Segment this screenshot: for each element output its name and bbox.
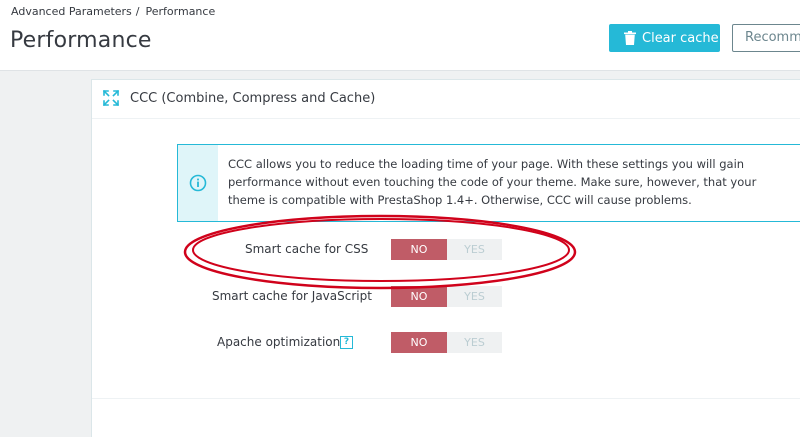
panel-footer-divider — [92, 398, 800, 399]
info-alert: CCC allows you to reduce the loading tim… — [177, 144, 800, 222]
breadcrumb-separator: / — [135, 5, 140, 18]
breadcrumb: Advanced Parameters / Performance — [11, 5, 215, 18]
panel-title: CCC (Combine, Compress and Cache) — [130, 91, 376, 106]
breadcrumb-parent[interactable]: Advanced Parameters — [11, 5, 132, 18]
breadcrumb-current[interactable]: Performance — [146, 5, 216, 18]
alert-icon-box — [178, 145, 218, 221]
smart-cache-js-yes[interactable]: YES — [447, 286, 502, 307]
panel-heading: CCC (Combine, Compress and Cache) — [92, 80, 800, 119]
page-title: Performance — [10, 28, 152, 53]
recommended-modules-button[interactable]: Recommended modules — [732, 24, 800, 52]
page-header: Advanced Parameters / Performance Performa… — [0, 0, 800, 71]
clear-cache-button[interactable]: Clear cache — [609, 24, 720, 52]
smart-cache-css-no[interactable]: NO — [391, 239, 447, 260]
smart-cache-js-no[interactable]: NO — [391, 286, 447, 307]
info-icon — [189, 174, 207, 192]
apache-optimization-no[interactable]: NO — [391, 332, 447, 353]
smart-cache-js-switch[interactable]: NO YES — [391, 286, 502, 307]
smart-cache-js-label: Smart cache for JavaScript — [212, 289, 372, 303]
smart-cache-css-label: Smart cache for CSS — [245, 242, 369, 256]
help-icon[interactable]: ? — [340, 336, 353, 349]
smart-cache-css-yes[interactable]: YES — [447, 239, 502, 260]
ccc-panel: CCC (Combine, Compress and Cache) CCC al… — [91, 79, 800, 437]
smart-cache-css-switch[interactable]: NO YES — [391, 239, 502, 260]
clear-cache-label: Clear cache — [642, 30, 719, 46]
expand-icon[interactable] — [103, 90, 119, 106]
trash-icon — [624, 31, 636, 45]
apache-optimization-label: Apache optimization — [217, 335, 341, 349]
apache-optimization-yes[interactable]: YES — [447, 332, 502, 353]
alert-text: CCC allows you to reduce the loading tim… — [228, 157, 757, 207]
recommended-modules-label: Recommended modules — [745, 30, 800, 45]
apache-optimization-switch[interactable]: NO YES — [391, 332, 502, 353]
